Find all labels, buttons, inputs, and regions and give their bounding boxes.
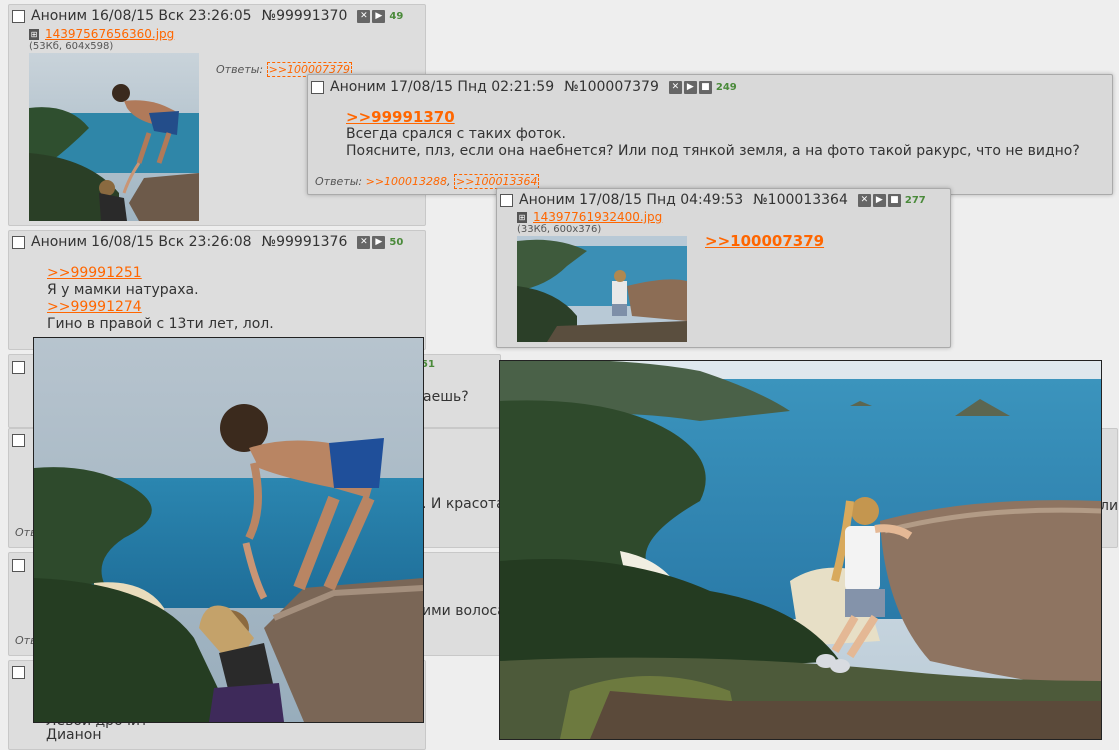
post-text-line: Я у мамки натураха. [47, 282, 199, 298]
replies-label: Ответы: [216, 63, 264, 76]
text-fragment: . И красота [422, 496, 505, 512]
post-count: 50 [389, 236, 404, 248]
quote-link[interactable]: >>99991251 [47, 265, 274, 282]
post-checkbox[interactable] [311, 80, 324, 94]
post-body: >>99991370 Всегда срался с таких фоток. … [346, 109, 1080, 160]
file-icon: ⊞ [517, 212, 527, 223]
post-text-line: Всегда срался с таких фоток. [346, 126, 566, 142]
post-checkbox[interactable] [500, 193, 513, 207]
post-body: >>99991251 Я у мамки натураха. >>9999127… [47, 265, 274, 333]
text-fragment: аешь? [423, 389, 469, 405]
play-icon[interactable]: ▶ [372, 9, 386, 23]
post-author: Аноним [330, 79, 387, 95]
reply-link[interactable]: >>100013364 [454, 174, 540, 189]
post-text-line: Поясните, плз, если она наебнется? Или п… [346, 143, 1080, 159]
file-link[interactable]: 14397567656360.jpg [45, 27, 174, 41]
post-99991376: Аноним 16/08/15 Вск 23:26:08 №99991376 ✕… [8, 230, 426, 350]
post-date: 16/08/15 Вск 23:26:05 [91, 8, 252, 24]
post-body: >>100007379 [705, 233, 824, 250]
play-icon[interactable]: ▶ [872, 193, 886, 207]
post-header: Аноним 17/08/15 Пнд 02:21:59 №100007379 … [311, 79, 737, 95]
text-fragment: ими волоса [422, 603, 506, 619]
file-meta: (33Кб, 600x376) [517, 224, 602, 235]
quote-link[interactable]: >>99991274 [47, 299, 274, 316]
play-icon[interactable]: ▶ [372, 235, 386, 249]
post-number[interactable]: №99991376 [262, 234, 348, 250]
image-preview-2[interactable] [499, 360, 1102, 740]
post-author: Аноним [31, 234, 88, 250]
post-number[interactable]: №99991370 [262, 8, 348, 24]
post-checkbox[interactable] [12, 235, 25, 249]
post-text-line: Гино в правой с 13ти лет, лол. [47, 316, 274, 332]
post-100007379-popup: Аноним 17/08/15 Пнд 02:21:59 №100007379 … [307, 74, 1113, 195]
post-author: Аноним [31, 8, 88, 24]
play-icon[interactable]: ▶ [683, 80, 697, 94]
post-thumbnail[interactable] [517, 236, 687, 342]
image-preview-1[interactable] [33, 337, 424, 723]
post-author: Аноним [519, 192, 576, 208]
post-count: 277 [904, 194, 926, 206]
post-checkbox[interactable] [12, 9, 25, 23]
text-fragment: ли [1100, 498, 1119, 514]
hide-icon[interactable]: ✕ [357, 235, 371, 249]
post-date: 17/08/15 Пнд 04:49:53 [579, 192, 744, 208]
post-header: Аноним 17/08/15 Пнд 04:49:53 №100013364 … [500, 192, 926, 208]
post-6-checkbox[interactable] [12, 434, 25, 447]
quote-link[interactable]: >>99991370 [346, 109, 1080, 126]
stop-icon[interactable]: ■ [698, 80, 712, 94]
hide-icon[interactable]: ✕ [857, 193, 871, 207]
reply-link[interactable]: >>100013288 [366, 175, 447, 188]
post-number[interactable]: №100007379 [564, 79, 659, 95]
stop-icon[interactable]: ■ [887, 193, 901, 207]
post-header: Аноним 16/08/15 Вск 23:26:08 №99991376 ✕… [12, 234, 403, 250]
file-link[interactable]: 14397761932400.jpg [533, 210, 662, 224]
post-8-checkbox[interactable] [12, 666, 25, 679]
post-date: 17/08/15 Пнд 02:21:59 [390, 79, 555, 95]
file-info: ⊞ 14397761932400.jpg [517, 210, 662, 224]
post-count: 49 [389, 10, 404, 22]
post-thumbnail[interactable] [29, 53, 199, 221]
file-icon: ⊞ [29, 29, 39, 40]
quote-link[interactable]: >>100007379 [705, 233, 824, 250]
post-header: Аноним 16/08/15 Вск 23:26:05 №99991370 ✕… [12, 8, 403, 24]
post-5-checkbox[interactable] [12, 361, 25, 374]
post-number[interactable]: №100013364 [753, 192, 848, 208]
post-7-checkbox[interactable] [12, 559, 25, 572]
file-info: ⊞ 14397567656360.jpg [29, 27, 174, 41]
post-date: 16/08/15 Вск 23:26:08 [91, 234, 252, 250]
file-meta: (53Кб, 604x598) [29, 41, 114, 52]
replies-label: Ответы: [315, 175, 363, 188]
hide-icon[interactable]: ✕ [668, 80, 682, 94]
replies: Ответы: >>100013288, >>100013364 [315, 174, 540, 189]
post-count: 249 [715, 81, 737, 93]
post-100013364-popup: Аноним 17/08/15 Пнд 04:49:53 №100013364 … [496, 188, 951, 348]
hide-icon[interactable]: ✕ [357, 9, 371, 23]
